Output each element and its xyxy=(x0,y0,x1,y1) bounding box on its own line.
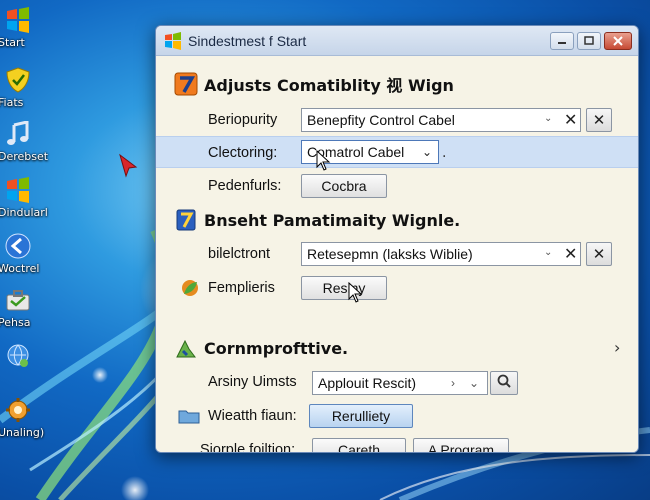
close-icon: ✕ xyxy=(592,245,606,263)
section-adjust-compatibility: Adjusts Comatiblity 视 Wign xyxy=(174,72,454,96)
maximize-icon xyxy=(584,36,594,45)
remove-button[interactable]: ✕ xyxy=(586,108,612,132)
desktop-icon-label: Woctrel xyxy=(0,262,40,275)
desktop-icon-fiats[interactable]: Fiats xyxy=(0,66,36,109)
setting-row-selected: Clectoring: Comatrol Cabel ⌄ . xyxy=(156,136,638,168)
setting-label: Femplieris xyxy=(208,280,275,296)
clear-icon[interactable]: ✕ xyxy=(564,244,577,264)
setting-combo[interactable]: Applouit Rescit) › ⌄ xyxy=(312,371,488,395)
setting-label: bilelctront xyxy=(208,246,271,262)
section-title: Adjusts Comatiblity 视 Wign xyxy=(204,76,454,95)
desktop-icon-pehsa[interactable]: Pehsa xyxy=(0,286,36,329)
music-note-icon xyxy=(4,120,32,148)
section-compatibility: Cornmprofttive. xyxy=(174,336,348,360)
setting-row: Femplieris Resiny xyxy=(156,272,638,304)
clear-icon[interactable]: ✕ xyxy=(564,110,577,130)
setting-label: Clectoring: xyxy=(208,145,278,161)
shortcut-figure-icon xyxy=(174,336,198,360)
chevron-right-icon[interactable]: › xyxy=(451,376,455,390)
setting-combo[interactable]: Retesepmn (laksks Wiblie) ⌄ ✕ xyxy=(301,242,581,266)
action-button[interactable]: Cocbra xyxy=(301,174,387,198)
window-title: Sindestmest f Start xyxy=(188,32,307,49)
chevron-right-icon[interactable]: › xyxy=(614,338,620,357)
settings-leaf-icon xyxy=(180,278,200,302)
section-reset-compatibility: Bnseht Pamatimaity Wignle. xyxy=(174,208,460,232)
desktop-icon-label: Dindularl xyxy=(0,206,48,219)
close-icon xyxy=(613,35,623,46)
setting-label: Beriopurity xyxy=(208,112,278,128)
globe-person-icon xyxy=(4,342,32,370)
run-program-button[interactable]: A Program xyxy=(413,438,509,452)
desktop-icon-unaling[interactable]: Unaling) xyxy=(0,396,45,439)
dot-separator: . xyxy=(442,145,447,161)
compatibility-window: Sindestmest f Start Adjusts Comatiblity … xyxy=(155,25,639,453)
security-shield-icon xyxy=(4,66,32,94)
setting-label: Pedenfurls: xyxy=(208,178,282,194)
action-button[interactable]: Resiny xyxy=(301,276,387,300)
chevron-down-icon[interactable]: ⌄ xyxy=(544,113,552,124)
setting-label: Arsiny Uimsts xyxy=(208,374,297,390)
folder-icon xyxy=(178,408,200,428)
setting-row: Siorple foiltion: Careth A Program xyxy=(156,434,638,453)
combo-value: Benepfity Control Cabel xyxy=(307,112,455,128)
red-pointer-icon xyxy=(119,153,138,178)
gear-person-icon xyxy=(4,396,32,424)
combo-value: Retesepmn (laksks Wiblie) xyxy=(307,246,473,262)
setting-row: Beriopurity Benepfity Control Cabel ⌄ ✕ … xyxy=(156,104,638,136)
chevron-down-icon[interactable]: ⌄ xyxy=(469,376,479,390)
search-button[interactable] xyxy=(490,371,518,395)
chevron-down-icon[interactable]: ⌄ xyxy=(422,145,432,159)
toolbox-icon xyxy=(4,286,32,314)
windows-flag-icon xyxy=(165,31,181,50)
mouse-pointer-icon xyxy=(348,282,363,303)
setting-row: Arsiny Uimsts Applouit Rescit) › ⌄ xyxy=(156,366,638,398)
section-title: Bnseht Pamatimaity Wignle. xyxy=(204,210,461,230)
close-button[interactable] xyxy=(604,31,632,50)
desktop-icon-label: Start xyxy=(0,36,25,49)
setting-row: Pedenfurls: Cocbra xyxy=(156,170,638,202)
desktop-icon-label: Pehsa xyxy=(0,316,31,329)
setting-combo[interactable]: Benepfity Control Cabel ⌄ ✕ xyxy=(301,108,581,132)
windows-flag-icon xyxy=(4,176,32,204)
desktop-icon-label: Derebset xyxy=(0,150,49,163)
minimize-button[interactable] xyxy=(550,31,574,50)
desktop-icon-woctrel[interactable]: Woctrel xyxy=(0,232,40,275)
setting-label: Wieatth fiaun: xyxy=(208,408,297,424)
section-title: Cornmprofttive. xyxy=(204,338,349,358)
remove-button[interactable]: ✕ xyxy=(586,242,612,266)
maximize-button[interactable] xyxy=(577,31,601,50)
desktop-icon-derebset[interactable]: Derebset xyxy=(0,120,49,163)
combo-value: Applouit Rescit) xyxy=(318,375,417,391)
back-arrow-icon xyxy=(4,232,32,260)
windows-flag-icon xyxy=(4,6,32,34)
action-button[interactable]: Careth xyxy=(312,438,406,452)
minimize-icon xyxy=(558,41,566,44)
window-content: Adjusts Comatiblity 视 Wign Beriopurity B… xyxy=(156,56,638,452)
mouse-pointer-icon xyxy=(316,150,331,171)
setting-row: Wieatth fiaun: Rerulliety xyxy=(156,400,638,432)
title-bar[interactable]: Sindestmest f Start xyxy=(156,26,638,56)
action-button[interactable]: Rerulliety xyxy=(309,404,413,428)
number-seven-icon xyxy=(174,208,198,232)
desktop-icon-label: Fiats xyxy=(0,96,24,109)
desktop-icon-globe[interactable] xyxy=(0,342,36,372)
number-seven-icon xyxy=(174,72,198,96)
setting-label: Siorple foiltion: xyxy=(200,442,296,453)
desktop-icon-label: Unaling) xyxy=(0,426,45,439)
desktop-icon-start[interactable]: Start xyxy=(0,6,36,49)
desktop-icon-dindularl[interactable]: Dindularl xyxy=(0,176,48,219)
close-icon: ✕ xyxy=(592,111,606,129)
setting-row: bilelctront Retesepmn (laksks Wiblie) ⌄ … xyxy=(156,238,638,270)
search-icon xyxy=(497,374,511,388)
chevron-down-icon[interactable]: ⌄ xyxy=(544,247,552,258)
